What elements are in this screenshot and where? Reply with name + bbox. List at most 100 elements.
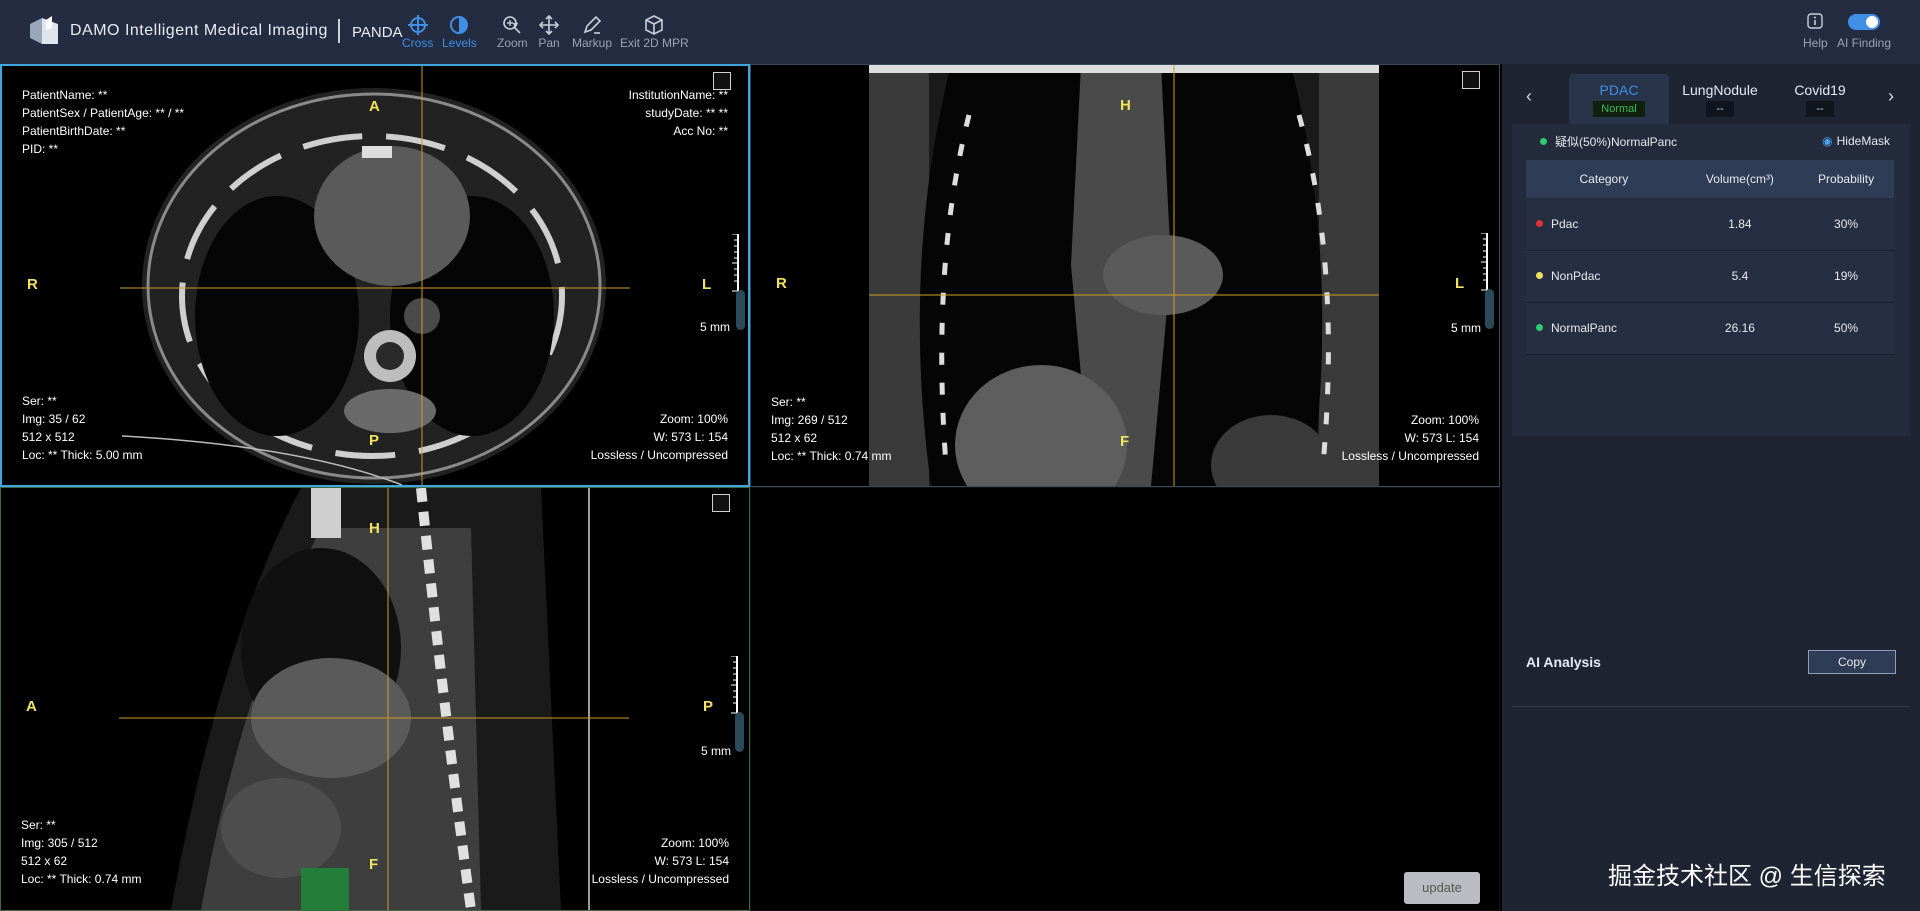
exit-mpr-button[interactable]: Exit 2D MPR [620,14,689,50]
patient-name: PatientName: ** [22,88,108,102]
tab-name: LungNodule [1682,82,1758,98]
series-number: Ser: ** [771,395,806,409]
chevron-right-icon[interactable]: › [1888,86,1894,107]
tab-lungnodule[interactable]: LungNodule -- [1670,74,1770,124]
coronal-viewport[interactable]: Ser: ** Img: 269 / 512 512 x 62 Loc: ** … [750,64,1500,487]
ai-finding-toggle[interactable]: AI Finding [1837,12,1891,50]
model-tabs: ‹ PDAC Normal LungNodule -- Covid19 -- › [1510,64,1910,126]
category-cell: Pdac [1526,198,1682,251]
levels-tool-label: Levels [442,36,477,50]
maximize-icon[interactable] [713,72,731,90]
volume-cell: 26.16 [1681,302,1799,355]
series-info: Ser: ** Img: 269 / 512 512 x 62 Loc: ** … [771,393,892,465]
scale-bar-icon [731,656,738,714]
help-label: Help [1803,36,1828,50]
cross-tool-label: Cross [402,36,434,50]
zoom-tool-label: Zoom [497,36,528,50]
markup-tool-button[interactable]: Markup [572,14,612,50]
slice-scrollbar[interactable] [736,290,745,330]
slice-location: Loc: ** Thick: 0.74 mm [771,449,892,463]
accession-number: Acc No: ** [673,124,728,138]
compression: Lossless / Uncompressed [590,448,728,462]
maximize-icon[interactable] [1462,71,1480,89]
copy-button[interactable]: Copy [1808,650,1896,674]
tab-status: -- [1706,101,1734,117]
cube-icon [645,15,664,35]
zoom-icon [503,16,521,34]
zoom-level: Zoom: 100% [1410,413,1479,427]
logo-icon [30,16,58,44]
maximize-icon[interactable] [712,494,730,512]
table-header-row: Category Volume(cm³) Probability [1526,160,1894,198]
ai-finding-label: AI Finding [1837,36,1892,50]
orientation-top: H [369,520,380,537]
image-index: Img: 305 / 512 [21,836,98,850]
title-separator [338,19,340,43]
watermark: 掘金技术社区 @ 生信探索 [1608,863,1886,890]
chevron-left-icon[interactable]: ‹ [1526,86,1532,107]
tab-covid19[interactable]: Covid19 -- [1770,74,1870,124]
category-label: Pdac [1551,216,1579,231]
finding-label: 疑似(50%)NormalPanc [1555,135,1678,149]
status-dot-icon [1536,272,1543,279]
table-row[interactable]: NormalPanc 26.16 50% [1526,302,1894,355]
status-dot-icon [1536,219,1543,227]
hide-mask-button[interactable]: ◉ HideMask [1822,134,1890,148]
orientation-left: R [27,276,38,293]
cross-tool-button[interactable]: Cross [402,14,433,50]
column-header: Probability [1798,160,1894,198]
zoom-tool-button[interactable]: Zoom [497,14,528,50]
scale-label: 5 mm [701,744,731,758]
markup-tool-label: Markup [572,36,613,50]
app-title: DAMO Intelligent Medical Imaging [70,22,328,39]
top-toolbar: DAMO Intelligent Medical Imaging PANDA C… [0,0,1920,64]
axial-viewport[interactable]: PatientName: ** PatientSex / PatientAge:… [0,64,750,487]
levels-tool-button[interactable]: Levels ▼ [442,14,520,50]
divider [1512,706,1910,707]
orientation-bottom: F [369,856,379,873]
eye-icon: ◉ [1822,134,1833,148]
exit-mpr-label: Exit 2D MPR [620,36,689,50]
series-info: Ser: ** Img: 305 / 512 512 x 62 Loc: ** … [21,816,142,888]
help-button[interactable]: Help [1803,12,1828,50]
orientation-right: P [703,698,714,715]
scale-bar-icon [1481,233,1488,291]
window-level: W: 573 L: 154 [654,854,730,868]
category-cell: NormalPanc [1526,302,1682,355]
toggle-switch[interactable] [1848,14,1881,30]
pan-tool-label: Pan [538,36,560,50]
orientation-top: H [1120,97,1131,114]
patient-birthdate: PatientBirthDate: ** [22,124,126,138]
probability-cell: 50% [1798,302,1894,355]
table-row[interactable]: Pdac 1.84 30% [1526,198,1894,251]
patient-info: PatientName: ** PatientSex / PatientAge:… [22,86,184,158]
display-info: Zoom: 100% W: 573 L: 154 Lossless / Unco… [1342,411,1479,465]
volume-cell: 5.4 [1681,250,1799,303]
window-level: W: 573 L: 154 [653,430,729,444]
empty-viewport[interactable] [750,487,1500,911]
scale-label: 5 mm [700,320,730,334]
orientation-left: A [26,698,37,715]
institution-info: InstitutionName: ** studyDate: ** ** Acc… [629,86,728,140]
tab-pdac[interactable]: PDAC Normal [1569,74,1669,124]
series-number: Ser: ** [22,394,57,408]
scale-label: 5 mm [1451,321,1481,335]
column-header: Volume(cm³) [1681,160,1799,198]
ai-finding-panel: ‹ PDAC Normal LungNodule -- Covid19 -- ›… [1502,64,1920,911]
orientation-bottom: P [369,432,380,449]
tab-name: Covid19 [1794,82,1846,98]
sagittal-viewport[interactable]: Ser: ** Img: 305 / 512 512 x 62 Loc: ** … [0,487,750,911]
table-row[interactable]: NonPdac 5.4 19% [1526,250,1894,303]
window-level: W: 573 L: 154 [1404,431,1480,445]
orientation-right: L [1455,275,1465,292]
pan-tool-button[interactable]: Pan [538,14,560,50]
status-dot-icon [1536,324,1543,331]
ai-analysis-title: AI Analysis [1526,654,1601,670]
update-button[interactable]: update [1404,872,1480,904]
volume-cell: 1.84 [1681,198,1799,251]
study-date: studyDate: ** ** [645,106,728,120]
slice-scrollbar[interactable] [1485,289,1494,329]
compression: Lossless / Uncompressed [1341,449,1479,463]
finding-card: 疑似(50%)NormalPanc ◉ HideMask Category Vol… [1512,124,1910,436]
slice-scrollbar[interactable] [735,712,744,752]
